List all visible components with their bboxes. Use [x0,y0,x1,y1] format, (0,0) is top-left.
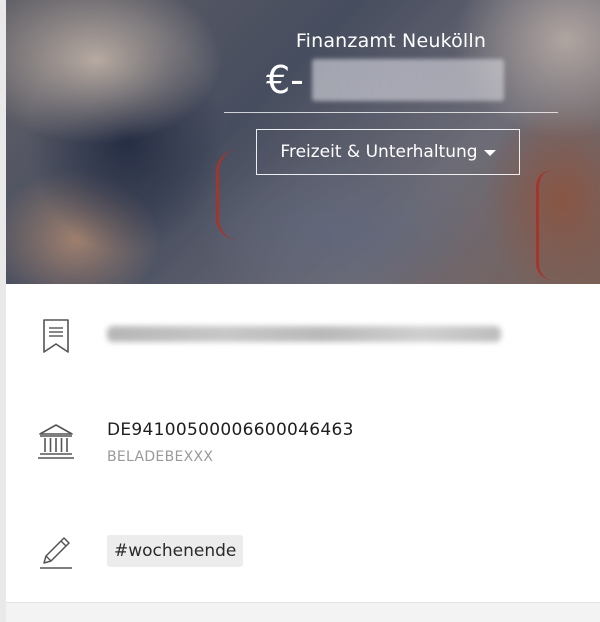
bottom-area [6,603,600,622]
bank-row: DE94100500006600046463 BELADEBEXXX [6,386,600,500]
tags-row: #wochenende [6,499,600,603]
amount: €- [266,58,504,102]
amount-value: €- [266,58,304,102]
bank-icon [36,422,76,462]
chevron-down-icon [483,150,496,156]
pencil-icon[interactable] [36,533,76,573]
header-content: Finanzamt Neukölln €- Freizeit & Unterha… [218,0,564,284]
category-label: Freizeit & Unterhaltung [280,142,478,162]
amount-redacted [311,59,504,101]
category-dropdown[interactable]: Freizeit & Unterhaltung [256,129,520,175]
tag-chip[interactable]: #wochenende [107,535,244,567]
bookmark-icon [36,316,76,356]
bic-value: BELADEBEXXX [107,449,214,465]
transaction-header: Finanzamt Neukölln €- Freizeit & Unterha… [6,0,600,284]
reference-row [6,284,600,387]
iban-value: DE94100500006600046463 [107,420,354,440]
header-divider [224,112,558,113]
merchant-name: Finanzamt Neukölln [295,30,487,52]
reference-text-redacted [107,326,501,342]
